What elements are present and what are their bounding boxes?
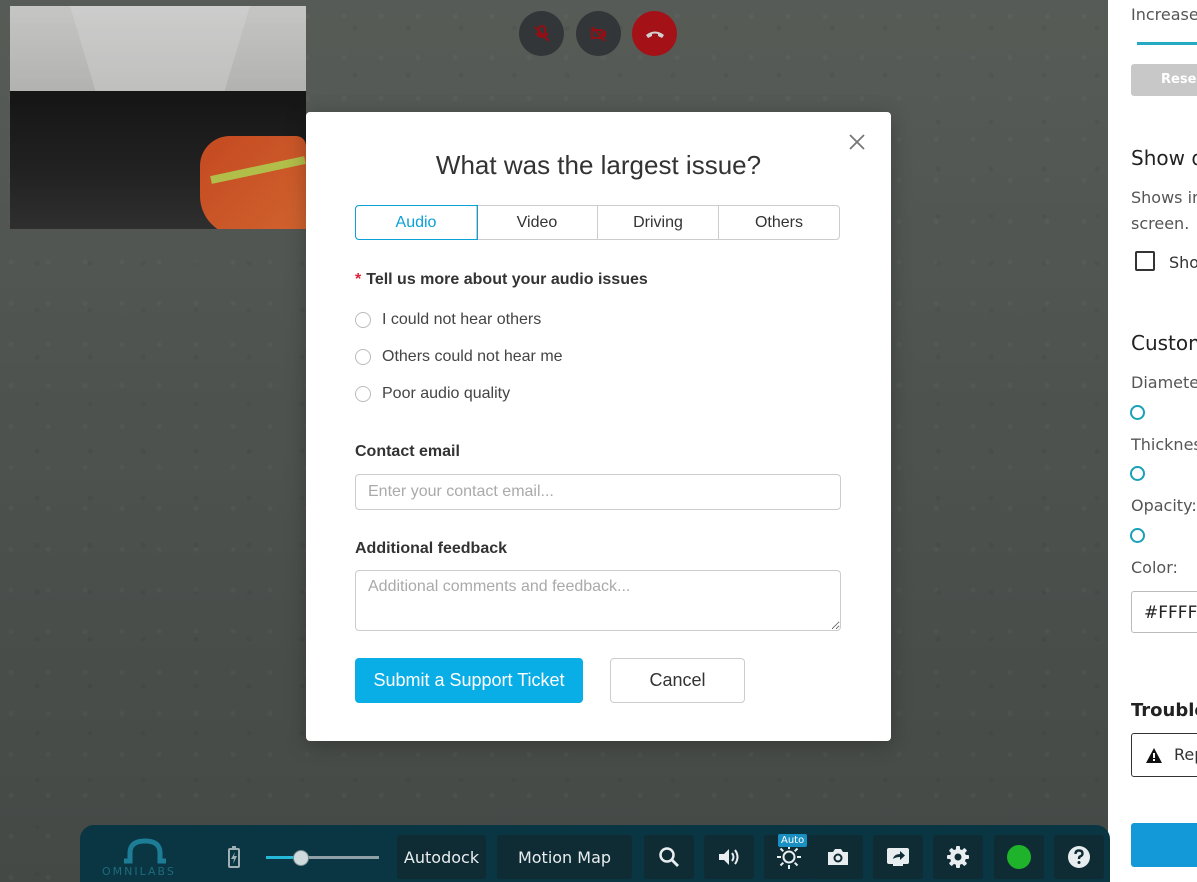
question-text: Tell us more about your audio issues [366, 271, 648, 288]
show-description-line2: screen. [1131, 214, 1190, 233]
status-indicator [1007, 845, 1031, 869]
radio-button[interactable] [355, 386, 371, 402]
auto-badge: Auto [778, 834, 808, 847]
issue-category-tabs: Audio Video Driving Others [355, 205, 840, 240]
modal-title: What was the largest issue? [435, 150, 762, 180]
speed-slider-knob[interactable] [292, 850, 309, 866]
contact-email-label: Contact email [355, 443, 460, 460]
battery-charging-icon [228, 846, 240, 868]
opacity-slider-knob[interactable] [1130, 528, 1145, 543]
option-label: Others could not hear me [382, 348, 563, 365]
reset-label: Rese [1161, 72, 1197, 87]
settings-panel: Increase Rese Show d Shows in screen. Sh… [1108, 0, 1197, 882]
tab-others[interactable]: Others [719, 206, 839, 239]
search-icon [659, 847, 679, 867]
omnilabs-logo-text: OMNILABS [102, 865, 176, 878]
thickness-label: Thickness [1131, 435, 1197, 454]
report-label: Rep [1174, 745, 1197, 764]
show-section-heading: Show d [1131, 146, 1197, 170]
show-description-line1: Shows in [1131, 188, 1197, 207]
settings-button[interactable] [933, 835, 983, 879]
trouble-section-heading: Trouble [1131, 700, 1197, 721]
additional-feedback-textarea[interactable] [355, 570, 841, 631]
zoom-button[interactable] [644, 835, 694, 879]
speaker-icon [719, 849, 739, 865]
omnilabs-logo-icon [124, 838, 166, 864]
cancel-button[interactable]: Cancel [610, 658, 745, 703]
brightness-icon [777, 845, 801, 869]
autodock-button[interactable]: Autodock [397, 835, 486, 879]
option-label: Poor audio quality [382, 385, 511, 402]
option-could-not-hear-others[interactable]: I could not hear others [355, 311, 541, 329]
reset-button[interactable]: Rese [1131, 64, 1197, 96]
blue-action-button[interactable] [1131, 823, 1197, 867]
audio-issues-question: * Tell us more about your audio issues [355, 271, 648, 289]
show-checkbox[interactable] [1135, 251, 1155, 271]
increase-label: Increase [1131, 5, 1197, 24]
contact-email-input[interactable] [355, 474, 841, 510]
volume-button[interactable] [704, 835, 754, 879]
help-button[interactable] [1054, 835, 1104, 879]
issue-feedback-modal: What was the largest issue? Audio Video … [306, 112, 891, 741]
help-icon [1068, 846, 1090, 868]
tab-driving[interactable]: Driving [598, 206, 719, 239]
close-icon[interactable] [846, 131, 868, 153]
color-label: Color: [1131, 558, 1178, 577]
radio-button[interactable] [355, 349, 371, 365]
radio-button[interactable] [355, 312, 371, 328]
bottom-toolbar: OMNILABS Autodock Motion Map Auto [80, 825, 1110, 882]
option-poor-audio-quality[interactable]: Poor audio quality [355, 385, 510, 403]
required-marker: * [355, 271, 362, 288]
color-input[interactable]: #FFFFF [1131, 591, 1197, 633]
tab-video[interactable]: Video [477, 206, 598, 239]
show-checkbox-label: Sho [1169, 253, 1197, 272]
opacity-label: Opacity: [1131, 496, 1197, 515]
screen-share-icon [887, 848, 909, 866]
submit-support-ticket-button[interactable]: Submit a Support Ticket [355, 658, 583, 703]
diameter-label: Diameter [1131, 373, 1197, 392]
snapshot-button[interactable] [813, 835, 863, 879]
diameter-slider-knob[interactable] [1130, 405, 1145, 420]
report-button[interactable]: Rep [1131, 733, 1197, 777]
connection-status-button[interactable] [994, 835, 1044, 879]
thickness-slider-knob[interactable] [1130, 466, 1145, 481]
autodock-label: Autodock [403, 847, 480, 867]
screen-share-button[interactable] [873, 835, 923, 879]
option-label: I could not hear others [382, 311, 542, 328]
warning-icon [1146, 748, 1162, 763]
custom-section-heading: Custom [1131, 331, 1197, 355]
tab-audio[interactable]: Audio [356, 206, 477, 239]
motion-map-label: Motion Map [517, 847, 612, 867]
camera-icon [828, 849, 848, 865]
motion-map-button[interactable]: Motion Map [497, 835, 632, 879]
additional-feedback-label: Additional feedback [355, 540, 508, 557]
increase-slider[interactable] [1137, 42, 1197, 45]
gear-icon [947, 846, 969, 868]
option-others-could-not-hear-me[interactable]: Others could not hear me [355, 348, 563, 366]
